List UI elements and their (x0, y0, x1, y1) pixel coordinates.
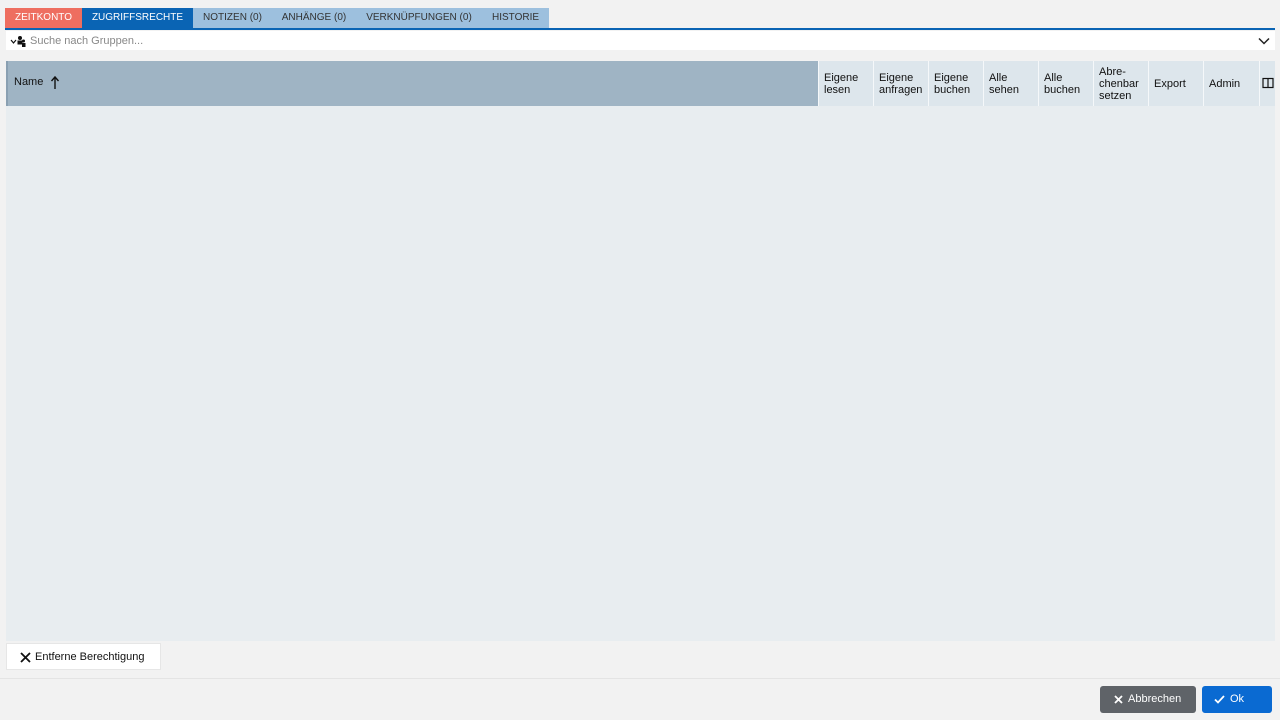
column-header-export[interactable]: Export (1148, 61, 1203, 106)
column-header-label: Admin (1209, 77, 1241, 90)
column-header-label: Export (1154, 77, 1186, 90)
column-header-eigene-buchen[interactable]: Eigene buchen (928, 61, 983, 106)
dialog-button-bar: Abbrechen Ok (0, 678, 1280, 720)
column-header-name[interactable]: Name (6, 61, 818, 106)
checkmark-icon (1214, 695, 1225, 704)
tab-bar: ZEITKONTO ZUGRIFFSRECHTE NOTIZEN (0) ANH… (5, 8, 1275, 30)
tab-anhaenge[interactable]: ANHÄNGE (0) (272, 8, 356, 28)
column-picker-button[interactable] (1259, 61, 1275, 106)
column-header-eigene-anfragen[interactable]: Eigene anfragen (873, 61, 928, 106)
column-header-label: Alle sehen (989, 71, 1019, 96)
cancel-button[interactable]: Abbrechen (1100, 686, 1196, 713)
close-icon (20, 652, 31, 663)
cancel-label: Abbrechen (1128, 693, 1182, 705)
remove-permission-label: Entferne Berechtigung (35, 651, 145, 663)
chevron-down-icon[interactable] (1257, 34, 1271, 48)
permissions-grid: Name Eigene lesen Eigene anfragen Eigene… (6, 61, 1275, 641)
sort-ascending-icon (50, 75, 60, 91)
columns-icon (1262, 77, 1274, 89)
ok-label: Ok (1230, 693, 1245, 705)
column-header-admin[interactable]: Admin (1203, 61, 1259, 106)
tab-verknuepfungen[interactable]: VERKNÜPFUNGEN (0) (356, 8, 482, 28)
column-header-label: Eigene anfragen (879, 71, 923, 96)
tab-zeitkonto[interactable]: ZEITKONTO (5, 8, 82, 28)
column-header-label: Eigene buchen (934, 71, 971, 96)
grid-header: Name Eigene lesen Eigene anfragen Eigene… (6, 61, 1275, 106)
column-header-alle-buchen[interactable]: Alle buchen (1038, 61, 1093, 106)
close-icon (1114, 695, 1123, 704)
column-header-eigene-lesen[interactable]: Eigene lesen (818, 61, 873, 106)
column-header-label: Eigene lesen (824, 71, 859, 96)
ok-button[interactable]: Ok (1202, 686, 1272, 713)
column-header-label: Name (14, 76, 44, 88)
group-search-combo[interactable] (6, 31, 1275, 50)
column-header-label: Abre- chenbar setzen (1099, 65, 1139, 102)
column-header-abrechenbar-setzen[interactable]: Abre- chenbar setzen (1093, 61, 1148, 106)
tab-notizen[interactable]: NOTIZEN (0) (193, 8, 272, 28)
column-header-alle-sehen[interactable]: Alle sehen (983, 61, 1038, 106)
tab-historie[interactable]: HISTORIE (482, 8, 549, 28)
group-search-input[interactable] (28, 32, 1248, 49)
remove-permission-button[interactable]: Entferne Berechtigung (6, 643, 161, 670)
group-icon (10, 35, 26, 48)
column-header-label: Alle buchen (1044, 71, 1081, 96)
tab-zugriffsrechte[interactable]: ZUGRIFFSRECHTE (82, 8, 193, 28)
